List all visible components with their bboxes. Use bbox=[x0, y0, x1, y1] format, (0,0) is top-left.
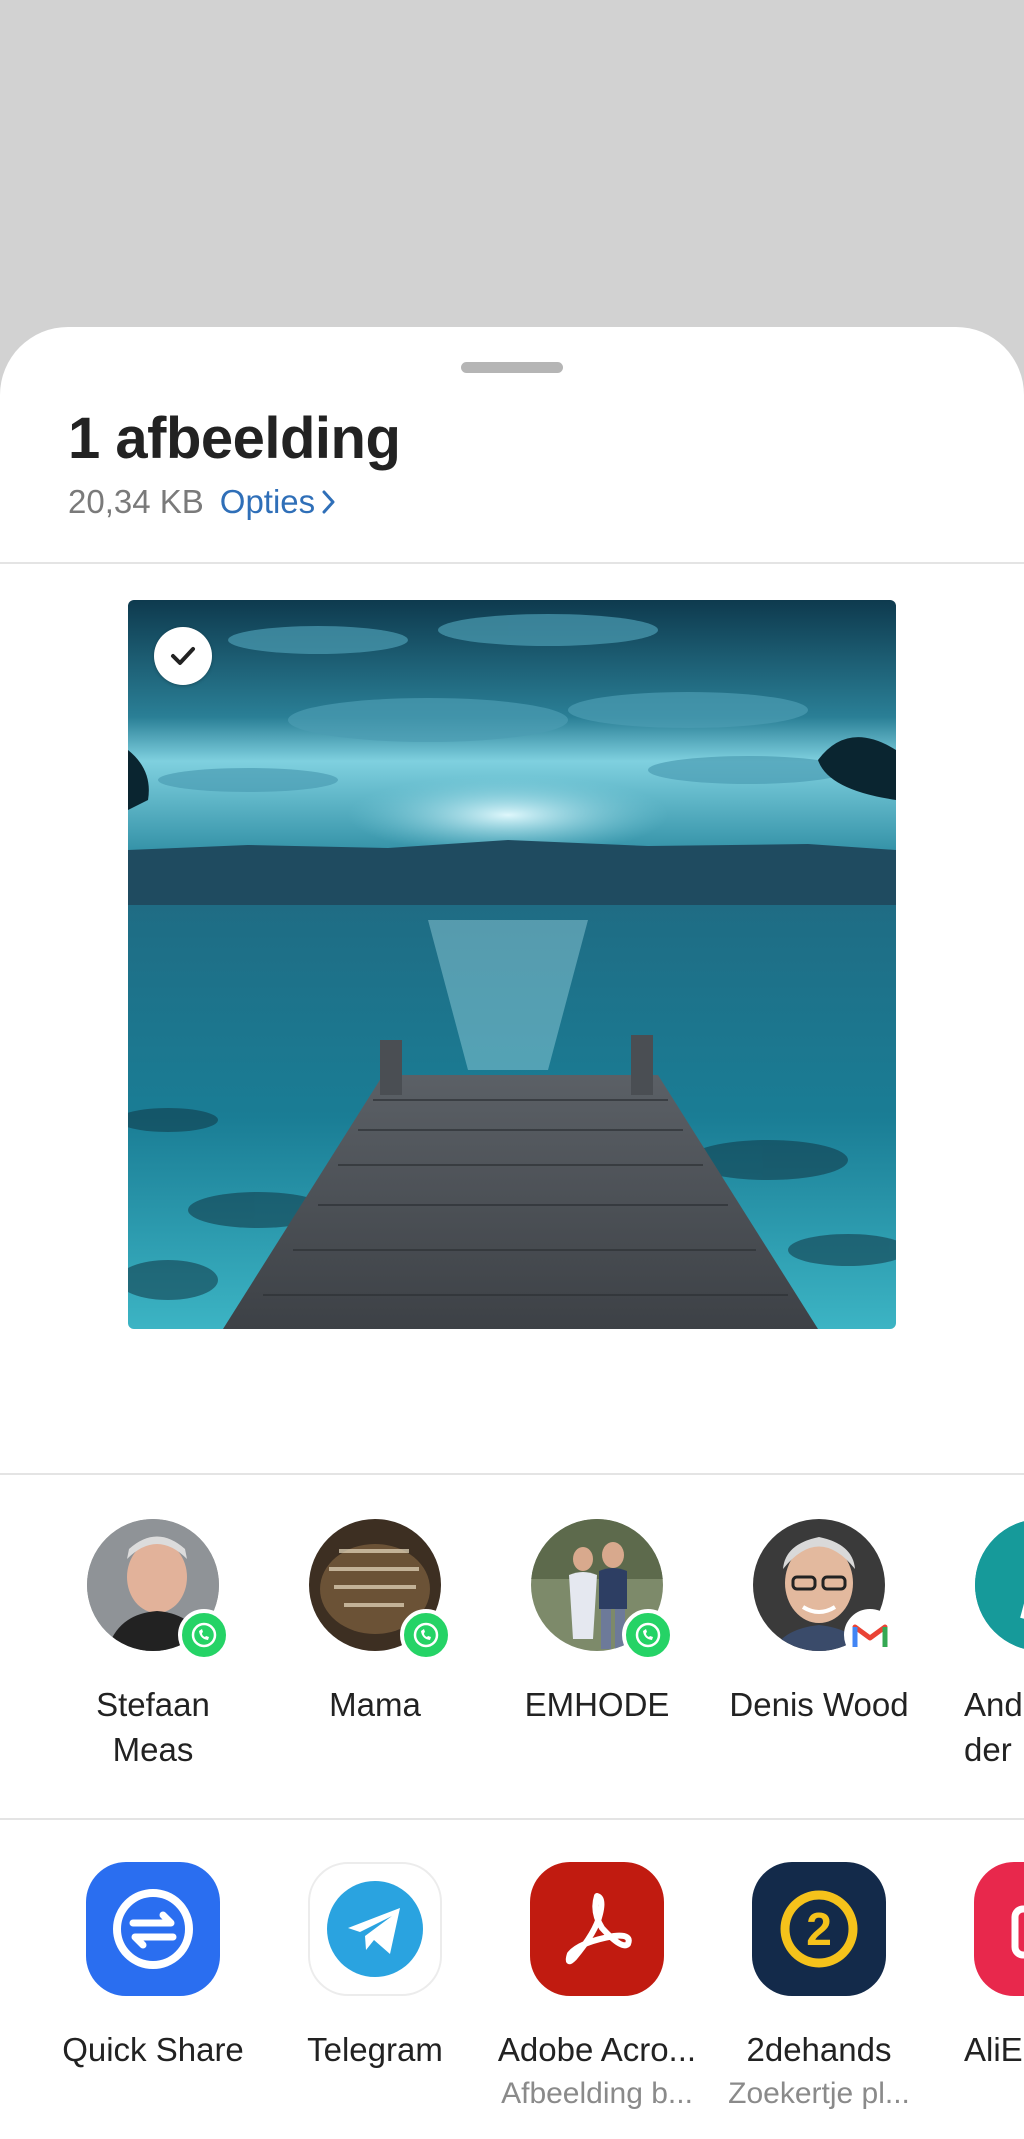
contact-name: EMHODE bbox=[524, 1686, 670, 1723]
avatar bbox=[975, 1519, 1024, 1651]
app-adobe-acrobat[interactable]: Adobe Acro... Afbeelding b... bbox=[486, 1862, 708, 2132]
share-sheet: 1 afbeelding 20,34 KB Opties Stefaan Mea… bbox=[0, 327, 1024, 2139]
gmail-icon bbox=[844, 1609, 896, 1661]
app-2dehands[interactable]: 2 2dehands Zoekertje pl... bbox=[708, 1862, 930, 2132]
app-name: Adobe Acro... bbox=[497, 2031, 697, 2068]
contact-emhode[interactable]: EMHODE bbox=[486, 1519, 708, 1779]
app-quick-share[interactable]: Quick Share bbox=[42, 1862, 264, 2132]
contacts-row: Stefaan Meas Mama EMHODE Denis Wood And … bbox=[0, 1519, 1024, 1779]
contact-name: Stefaan bbox=[96, 1686, 210, 1723]
divider bbox=[0, 562, 1024, 564]
contact-mama[interactable]: Mama bbox=[264, 1519, 486, 1779]
app-name: Quick Share bbox=[62, 2031, 244, 2068]
contact-partial[interactable]: And der bbox=[930, 1519, 1024, 1779]
whatsapp-icon bbox=[178, 1609, 230, 1661]
app-subtitle: Afbeelding b... bbox=[501, 2077, 693, 2110]
contact-name: der bbox=[964, 1731, 1012, 1768]
image-preview[interactable] bbox=[128, 600, 896, 1329]
sheet-title: 1 afbeelding bbox=[68, 406, 401, 471]
whatsapp-icon bbox=[622, 1609, 674, 1661]
divider bbox=[0, 1818, 1024, 1820]
app-aliexpress[interactable]: AliE bbox=[930, 1862, 1024, 2132]
drag-handle[interactable] bbox=[461, 362, 563, 373]
2dehands-icon: 2 bbox=[752, 1862, 886, 1996]
divider bbox=[0, 1473, 1024, 1475]
options-label: Opties bbox=[219, 483, 316, 520]
app-subtitle: Zoekertje pl... bbox=[728, 2077, 910, 2110]
options-link[interactable]: Opties bbox=[220, 483, 337, 521]
contact-name: And bbox=[964, 1686, 1023, 1723]
file-info: 20,34 KB Opties bbox=[68, 483, 337, 521]
contact-name: Mama bbox=[329, 1686, 421, 1723]
apps-row: Quick Share Telegram Adobe Acro... Afbee… bbox=[0, 1862, 1024, 2122]
svg-text:2: 2 bbox=[806, 1903, 832, 1955]
app-name: AliE bbox=[964, 2031, 1023, 2068]
contact-stefaan[interactable]: Stefaan Meas bbox=[42, 1519, 264, 1779]
aliexpress-icon bbox=[974, 1862, 1024, 1996]
check-icon bbox=[171, 647, 195, 665]
app-name: Telegram bbox=[307, 2031, 443, 2068]
selected-check[interactable] bbox=[154, 627, 212, 685]
whatsapp-icon bbox=[400, 1609, 452, 1661]
contact-name: Denis Wood bbox=[729, 1686, 909, 1723]
app-telegram[interactable]: Telegram bbox=[264, 1862, 486, 2132]
contact-name: Meas bbox=[112, 1731, 194, 1768]
app-name: 2dehands bbox=[746, 2031, 892, 2068]
adobe-acrobat-icon bbox=[530, 1862, 664, 1996]
quick-share-icon bbox=[86, 1862, 220, 1996]
chevron-right-icon bbox=[322, 490, 335, 514]
telegram-icon bbox=[308, 1862, 442, 1996]
file-size: 20,34 KB bbox=[68, 483, 204, 520]
preview-image bbox=[128, 600, 896, 1329]
contact-denis-wood[interactable]: Denis Wood bbox=[708, 1519, 930, 1779]
